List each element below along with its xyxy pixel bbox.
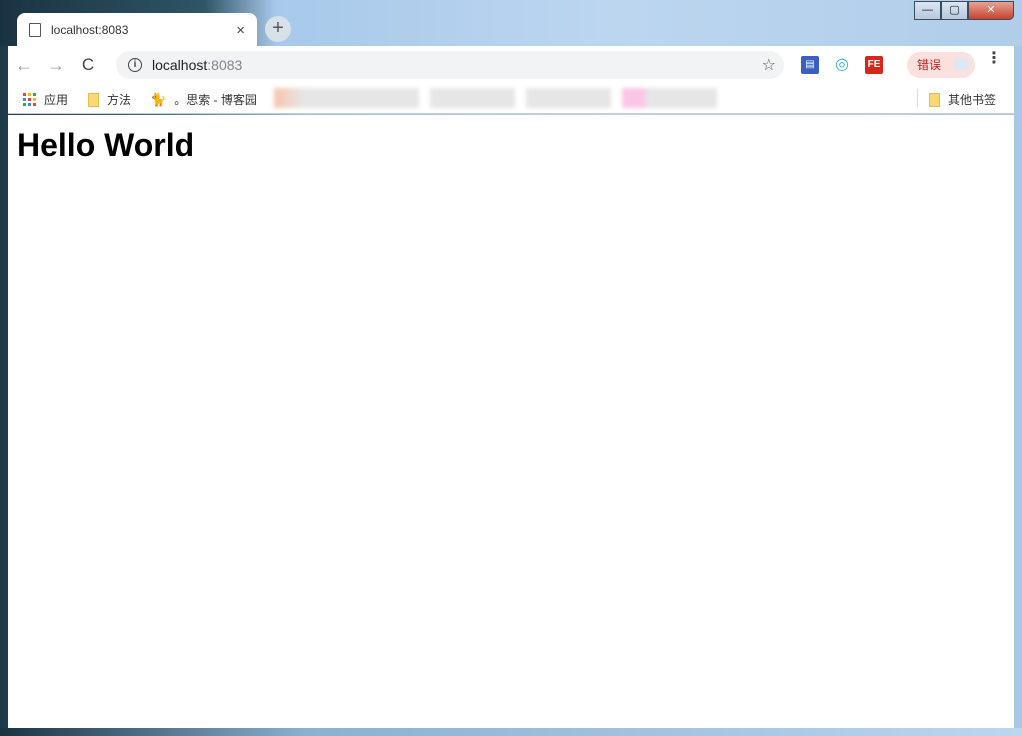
folder-icon [929, 92, 940, 107]
blurred-bookmark[interactable] [622, 88, 717, 108]
menu-icon[interactable]: ⋮ [986, 51, 1002, 67]
blurred-bookmark[interactable] [526, 88, 611, 108]
blurred-bookmark[interactable] [430, 88, 515, 108]
window-frame-bottom [0, 728, 1022, 736]
back-icon[interactable]: ← [14, 55, 34, 76]
apps-icon [23, 93, 36, 106]
bookmarks-bar: 应用 方法 🐈 。思索 - 博客园 其他书签 [8, 84, 1014, 114]
page-content: Hello World [8, 115, 1014, 728]
bookmark-label: 。思索 - 博客园 [174, 93, 257, 107]
page-heading: Hello World [17, 127, 195, 163]
weather-icon [953, 57, 969, 71]
globe-extension-icon[interactable]: ◎ [833, 56, 851, 74]
divider [917, 89, 918, 107]
tab-localhost[interactable]: localhost:8083 × [17, 13, 257, 47]
bookmark-cnblogs[interactable]: 🐈 。思索 - 博客园 [150, 91, 257, 108]
minimize-button[interactable]: — [914, 1, 941, 20]
forward-icon[interactable]: → [46, 55, 66, 76]
fe-extension-icon[interactable]: FE [865, 56, 883, 74]
bookmark-folder[interactable]: 方法 [88, 91, 131, 108]
bookmark-label: 其他书签 [948, 93, 997, 107]
new-tab-button[interactable]: + [265, 16, 291, 42]
error-label: 错误 [917, 58, 942, 72]
url-host: localhost [152, 57, 208, 73]
url-port: :8083 [207, 57, 243, 73]
browser-toolbar: ← → C i localhost:8083 ☆ ▤ ◎ FE 错误 ⋮ [8, 46, 1014, 84]
maximize-button[interactable]: ▢ [941, 1, 968, 20]
page-icon [29, 23, 41, 37]
info-icon[interactable]: i [128, 58, 142, 72]
bookmark-other[interactable]: 其他书签 [929, 91, 996, 108]
close-window-button[interactable]: ✕ [968, 1, 1014, 20]
bookmark-apps[interactable]: 应用 [23, 91, 68, 108]
tab-close-icon[interactable]: × [236, 22, 245, 39]
address-bar[interactable]: i localhost:8083 ☆ [116, 51, 784, 79]
folder-icon [88, 92, 99, 107]
save-extension-icon[interactable]: ▤ [801, 56, 819, 74]
profile-error-button[interactable]: 错误 [907, 52, 975, 78]
reload-icon[interactable]: C [78, 55, 98, 75]
blurred-bookmark[interactable] [274, 88, 419, 108]
tab-title: localhost:8083 [51, 23, 129, 37]
bookmark-label: 应用 [44, 93, 69, 107]
bookmark-star-icon[interactable]: ☆ [762, 55, 776, 75]
cnblogs-icon: 🐈 [150, 91, 167, 107]
bookmark-label: 方法 [107, 93, 132, 107]
